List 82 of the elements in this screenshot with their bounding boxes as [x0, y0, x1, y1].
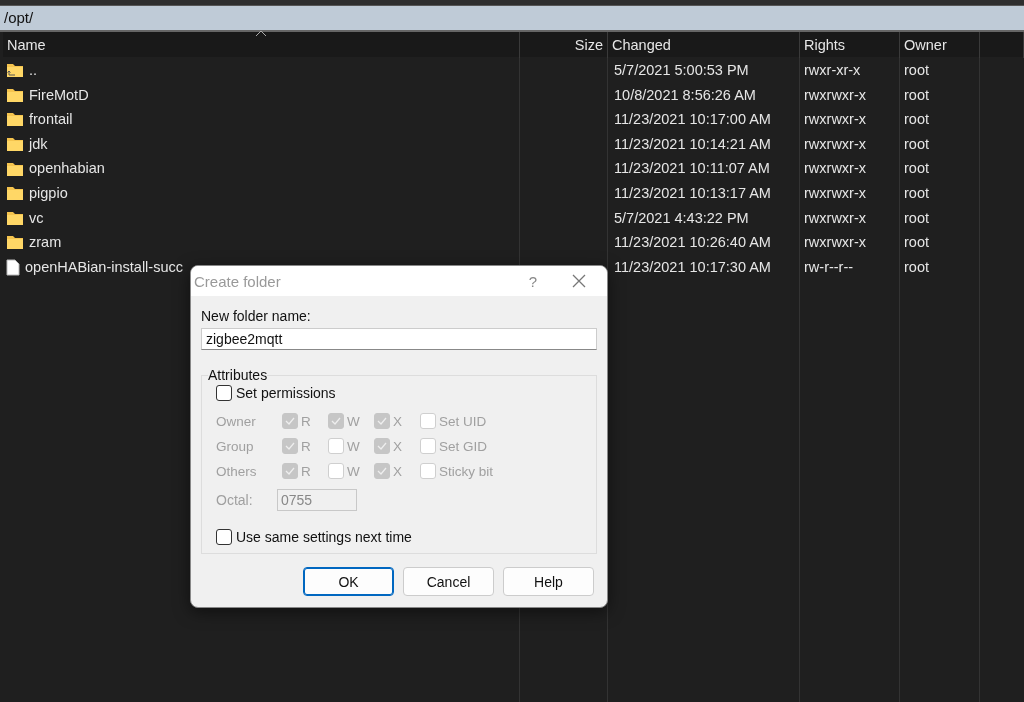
row-label: Others	[216, 463, 257, 479]
help-button[interactable]: ?	[518, 272, 548, 290]
file-name: FireMotD	[29, 85, 89, 105]
table-cell-text: root	[904, 61, 929, 80]
table-cell-text: root	[904, 110, 929, 130]
group-label: Attributes	[208, 367, 268, 383]
checkbox-label: R	[301, 463, 311, 479]
table-cell-text: rwxrwxr-x	[804, 85, 866, 105]
table-cell-text: root	[904, 134, 929, 154]
table-cell-text: 10/8/2021 8:56:26 AM	[614, 85, 756, 105]
parent-folder-icon	[6, 62, 24, 79]
table-cell-text: root	[904, 159, 929, 179]
checkbox-label: R	[301, 413, 311, 429]
table-cell-text: rw-r--r--	[804, 257, 854, 277]
folder-icon	[6, 209, 24, 226]
table-cell-text: rwxrwxr-x	[804, 183, 866, 203]
table-cell-text: 5/7/2021 5:00:53 PM	[614, 61, 749, 80]
checkbox-label: Set permissions	[236, 385, 336, 401]
folder-icon	[6, 136, 24, 153]
table-cell-text: 11/23/2021 10:14:21 AM	[614, 134, 771, 154]
checkbox-label: Set UID	[439, 413, 487, 429]
file-icon	[6, 258, 20, 276]
folder-name-field[interactable]: zigbee2mqtt	[201, 328, 597, 350]
row-label: Owner	[216, 413, 256, 429]
field-label: Octal:	[216, 492, 254, 508]
dialog-button[interactable]: OK	[303, 567, 394, 596]
checkmark-icon	[285, 467, 295, 475]
folder-icon	[6, 185, 24, 202]
checkmark-icon	[377, 467, 387, 475]
table-cell-text: rwxrwxr-x	[804, 159, 866, 179]
table-cell-text: 11/23/2021 10:17:30 AM	[614, 257, 771, 277]
checkbox-label: Sticky bit	[439, 463, 493, 479]
table-cell-text: 5/7/2021 4:43:22 PM	[614, 208, 749, 228]
checkmark-icon	[331, 417, 341, 425]
checkbox-label: R	[301, 438, 311, 454]
checkbox-label: X	[393, 463, 402, 479]
checkbox-label: W	[347, 438, 360, 454]
folder-icon	[6, 111, 24, 128]
table-cell-text: rwxr-xr-x	[804, 61, 861, 80]
checkbox-label: Set GID	[439, 438, 487, 454]
file-name: vc	[29, 208, 44, 228]
table-cell-text: 11/23/2021 10:26:40 AM	[614, 233, 771, 253]
checkbox-label: W	[347, 413, 360, 429]
table-cell-text: rwxrwxr-x	[804, 134, 866, 154]
checkbox-label: X	[393, 438, 402, 454]
checkbox[interactable]	[216, 385, 232, 401]
table-cell-text: root	[904, 183, 929, 203]
close-icon[interactable]	[572, 274, 586, 288]
table-cell-text: root	[904, 257, 929, 277]
file-name: jdk	[29, 134, 48, 154]
table-cell-text: rwxrwxr-x	[804, 233, 866, 253]
table-cell-text: rwxrwxr-x	[804, 208, 866, 228]
table-cell-text: 11/23/2021 10:17:00 AM	[614, 110, 771, 130]
folder-icon	[6, 86, 24, 103]
path-label: /opt/	[4, 9, 34, 26]
row-label: Group	[216, 438, 254, 454]
dialog-button[interactable]: Help	[503, 567, 594, 596]
checkmark-icon	[377, 442, 387, 450]
table-cell-text: 11/23/2021 10:13:17 AM	[614, 183, 771, 203]
table-cell-text: rwxrwxr-x	[804, 110, 866, 130]
dialog-button[interactable]: Cancel	[403, 567, 494, 596]
table-cell-text: root	[904, 208, 929, 228]
checkbox-label: X	[393, 413, 402, 429]
file-name: openHABian-install-succ	[25, 257, 183, 277]
file-name: pigpio	[29, 183, 68, 203]
file-name: zram	[29, 233, 62, 253]
file-name: ..	[29, 61, 38, 80]
checkbox-label: W	[347, 463, 360, 479]
checkmark-icon	[285, 417, 295, 425]
checkbox[interactable]	[216, 529, 232, 545]
checkmark-icon	[377, 417, 387, 425]
checkbox-label: Use same settings next time	[236, 529, 412, 545]
folder-icon	[6, 160, 24, 177]
checkmark-icon	[285, 442, 295, 450]
table-cell-text: 11/23/2021 10:11:07 AM	[614, 159, 770, 179]
field-label: New folder name:	[201, 308, 312, 324]
file-name: frontail	[29, 110, 73, 130]
file-name: openhabian	[29, 159, 105, 179]
folder-icon	[6, 234, 24, 251]
table-cell-text: root	[904, 233, 929, 253]
table-cell-text: root	[904, 85, 929, 105]
dialog-title: Create folder	[194, 272, 282, 290]
